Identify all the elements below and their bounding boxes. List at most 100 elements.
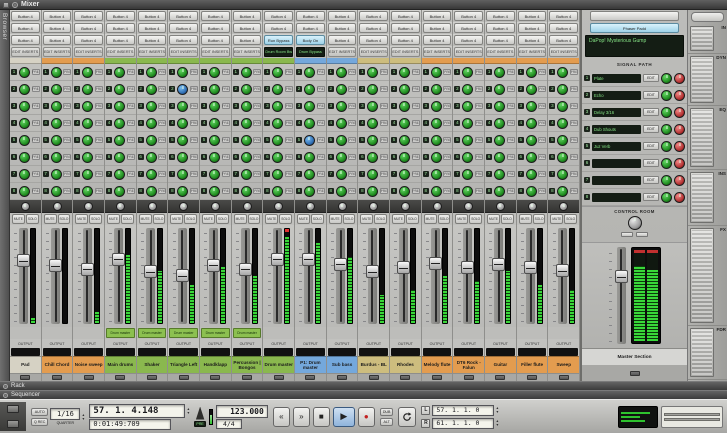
send-level-knob[interactable]	[367, 186, 378, 197]
fx-return-pan-knob[interactable]	[674, 192, 685, 203]
send-pre-button[interactable]: PRE	[570, 120, 578, 126]
send-level-knob[interactable]	[304, 186, 315, 197]
channel-button[interactable]: Button 4	[391, 23, 420, 33]
send-level-knob[interactable]	[51, 169, 62, 180]
edit-inserts-button[interactable]: EDIT INSERTS	[11, 47, 40, 57]
fx-return-pan-knob[interactable]	[674, 107, 685, 118]
send-level-knob[interactable]	[209, 101, 220, 112]
send-pre-button[interactable]: PRE	[63, 171, 71, 177]
control-room-dim-button[interactable]	[636, 232, 648, 237]
send-pre-button[interactable]: PRE	[285, 171, 293, 177]
send-level-knob[interactable]	[114, 118, 125, 129]
edit-inserts-button[interactable]: EDIT INSERTS	[518, 47, 547, 57]
send-level-knob[interactable]	[19, 169, 30, 180]
send-level-knob[interactable]	[557, 152, 568, 163]
send-pre-button[interactable]: PRE	[348, 154, 356, 160]
fx-return-edit-button[interactable]: EDIT	[643, 125, 659, 133]
send-pre-button[interactable]: PRE	[475, 171, 483, 177]
send-pre-button[interactable]: PRE	[412, 137, 420, 143]
send-pre-button[interactable]: PRE	[63, 154, 71, 160]
quantize-stepper[interactable]: ▴▾	[82, 413, 84, 421]
send-pre-button[interactable]: PRE	[507, 69, 515, 75]
send-pre-button[interactable]: PRE	[380, 137, 388, 143]
seq-rec-button[interactable]	[52, 375, 62, 380]
send-pre-button[interactable]: PRE	[95, 154, 103, 160]
send-pre-button[interactable]: PRE	[443, 103, 451, 109]
send-pre-button[interactable]: PRE	[127, 171, 135, 177]
send-level-knob[interactable]	[557, 67, 568, 78]
pan-knob[interactable]	[338, 202, 347, 211]
fader-cap[interactable]	[49, 259, 62, 272]
fader-cap[interactable]	[176, 269, 189, 282]
send-pre-button[interactable]: PRE	[507, 188, 515, 194]
pan-knob[interactable]	[179, 202, 188, 211]
solo-button[interactable]: SOLO	[279, 214, 292, 224]
output-selector[interactable]: OUTPUT	[200, 339, 231, 348]
send-level-knob[interactable]	[336, 101, 347, 112]
send-pre-button[interactable]: PRE	[190, 188, 198, 194]
send-pre-button[interactable]: PRE	[412, 154, 420, 160]
pan-knob[interactable]	[243, 202, 252, 211]
send-pre-button[interactable]: PRE	[443, 171, 451, 177]
edit-inserts-button[interactable]: EDIT INSERTS	[486, 47, 515, 57]
send-level-knob[interactable]	[431, 169, 442, 180]
send-level-knob[interactable]	[51, 186, 62, 197]
channel-button[interactable]: Button 4	[11, 23, 40, 33]
send-pre-button[interactable]: PRE	[127, 188, 135, 194]
send-pre-button[interactable]: PRE	[475, 103, 483, 109]
fx-return-edit-button[interactable]: EDIT	[643, 142, 659, 150]
send-pre-button[interactable]: PRE	[127, 154, 135, 160]
fast-forward-button[interactable]: »	[293, 407, 310, 427]
left-locator-stepper[interactable]: ▴▾	[496, 406, 498, 414]
send-pre-button[interactable]: PRE	[412, 171, 420, 177]
channel-name-tag[interactable]: Shaker	[137, 356, 168, 373]
mute-button[interactable]: MUTE	[519, 214, 532, 224]
fx-return-level-knob[interactable]	[661, 107, 672, 118]
navigator-section-fx[interactable]: FX	[688, 226, 727, 326]
mute-button[interactable]: MUTE	[360, 214, 373, 224]
send-level-knob[interactable]	[462, 152, 473, 163]
send-pre-button[interactable]: PRE	[95, 86, 103, 92]
navigator-pill-button[interactable]	[691, 12, 724, 22]
rack-bar[interactable]: Rack	[0, 381, 727, 390]
channel-name-tag[interactable]: Sub bass	[327, 356, 358, 373]
mute-button[interactable]: MUTE	[202, 214, 215, 224]
send-level-knob[interactable]	[431, 152, 442, 163]
send-level-knob[interactable]	[241, 186, 252, 197]
send-pre-button[interactable]: PRE	[63, 69, 71, 75]
send-level-knob[interactable]	[304, 169, 315, 180]
navigator-section-eq[interactable]: EQ	[688, 106, 727, 170]
send-pre-button[interactable]: PRE	[538, 171, 546, 177]
channel-name-tag[interactable]: Chill Chord	[42, 356, 73, 373]
send-pre-button[interactable]: PRE	[127, 120, 135, 126]
mute-button[interactable]: MUTE	[170, 214, 183, 224]
channel-button[interactable]: Button 4	[391, 11, 420, 21]
q-rec-button[interactable]: Q REC	[31, 418, 48, 426]
master-button[interactable]	[590, 11, 679, 21]
channel-button[interactable]: Button 4	[486, 35, 515, 45]
send-level-knob[interactable]	[462, 84, 473, 95]
send-level-knob[interactable]	[367, 118, 378, 129]
edit-inserts-button[interactable]: EDIT INSERTS	[423, 47, 452, 57]
send-level-knob[interactable]	[272, 67, 283, 78]
channel-button[interactable]: Button 4	[74, 35, 103, 45]
send-pre-button[interactable]: PRE	[190, 171, 198, 177]
pan-knob[interactable]	[433, 202, 442, 211]
send-level-knob[interactable]	[209, 84, 220, 95]
pan-knob[interactable]	[306, 202, 315, 211]
send-level-knob[interactable]	[557, 101, 568, 112]
send-pre-button[interactable]: PRE	[538, 120, 546, 126]
send-level-knob[interactable]	[304, 118, 315, 129]
send-level-knob[interactable]	[431, 186, 442, 197]
channel-name-tag[interactable]: P1: Drum master	[295, 356, 326, 373]
channel-name-tag[interactable]: Rhodes	[390, 356, 421, 373]
send-pre-button[interactable]: PRE	[475, 154, 483, 160]
send-pre-button[interactable]: PRE	[348, 188, 356, 194]
send-level-knob[interactable]	[146, 84, 157, 95]
edit-inserts-button[interactable]: EDIT INSERTS	[169, 47, 198, 57]
fx-return-pan-knob[interactable]	[674, 90, 685, 101]
send-pre-button[interactable]: PRE	[443, 188, 451, 194]
fx-return-edit-button[interactable]: EDIT	[643, 193, 659, 201]
channel-fader[interactable]	[178, 228, 187, 324]
send-level-knob[interactable]	[557, 186, 568, 197]
